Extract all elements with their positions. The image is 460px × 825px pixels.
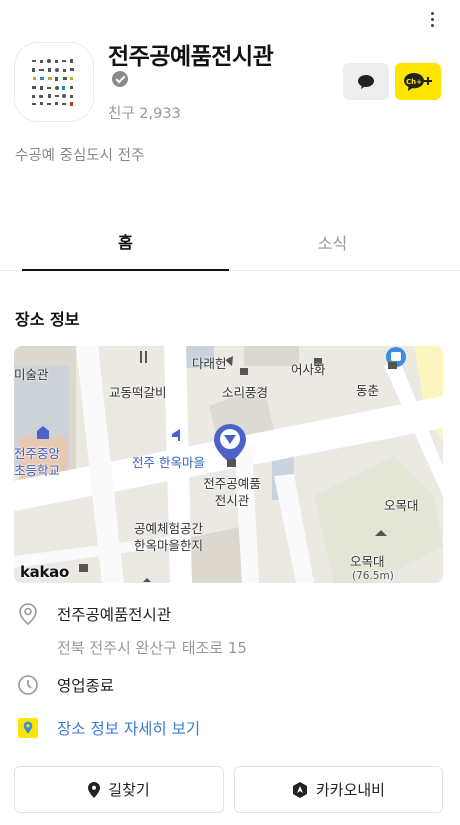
- business-status: 영업종료: [57, 677, 115, 695]
- kakao-navi-button[interactable]: 카카오내비: [234, 766, 443, 813]
- directions-button[interactable]: 길찾기: [14, 766, 224, 813]
- kakao-map-logo: kakao: [20, 563, 70, 581]
- location-map[interactable]: 미술관 다래헌 어사화 교동떡갈비 소리풍경 동춘 전주 한옥마을 전주중앙 초…: [14, 346, 443, 583]
- map-pin-icon: [88, 781, 101, 798]
- map-label-dongchun: 동춘: [356, 383, 380, 398]
- tab-bar: 홈 소식: [0, 212, 460, 271]
- map-label-omokdae-peak: 오목대: [350, 554, 385, 569]
- more-menu-button[interactable]: [422, 8, 442, 30]
- place-name-row: 전주공예품전시관: [15, 601, 171, 627]
- kakao-navi-icon: [292, 781, 308, 798]
- map-label-craft-space: 공예체험공간 한옥마을한지: [134, 521, 204, 553]
- add-channel-button[interactable]: Ch+: [395, 63, 441, 100]
- place-detail-link[interactable]: 장소 정보 자세히 보기: [57, 717, 200, 739]
- map-label-hanok-village: 전주 한옥마을: [132, 455, 205, 470]
- tab-home[interactable]: 홈: [22, 212, 229, 271]
- map-label-darahyeon: 다래헌: [192, 356, 227, 371]
- place-name: 전주공예품전시관: [57, 606, 172, 624]
- kakaomap-icon: [15, 715, 41, 741]
- map-label-omokdae: 오목대: [384, 498, 419, 513]
- map-label-school: 전주중앙 초등학교: [14, 446, 61, 478]
- location-pin-icon: [15, 601, 41, 627]
- map-label-exhibition-hall: 전주공예품 전시관: [203, 476, 261, 508]
- more-vertical-icon: [430, 11, 434, 15]
- map-label-art-museum: 미술관: [14, 367, 49, 382]
- profile-logo-pattern: [32, 59, 74, 106]
- chat-button[interactable]: [343, 63, 389, 100]
- verified-badge-icon: [112, 71, 128, 87]
- map-label-elevation: (76.5m): [352, 570, 394, 582]
- channel-profile-image[interactable]: [14, 42, 94, 122]
- tab-news[interactable]: 소식: [229, 212, 436, 271]
- place-address: 전북 전주시 완산구 태조로 15: [57, 639, 247, 657]
- channel-title: 전주공예품전시관: [108, 44, 288, 93]
- chat-bubble-icon: [358, 74, 374, 89]
- map-label-eosahwa: 어사화: [291, 362, 326, 377]
- map-label-gyodong-tteokgalbi: 교동떡갈비: [109, 385, 167, 400]
- channel-description: 수공예 중심도시 전주: [15, 148, 145, 164]
- place-detail-link-row[interactable]: 장소 정보 자세히 보기: [15, 715, 200, 741]
- business-hours-row: 영업종료: [15, 672, 114, 698]
- svg-text:Ch+: Ch+: [406, 78, 422, 86]
- place-section-title: 장소 정보: [15, 310, 80, 329]
- friends-count: 친구 2,933: [108, 106, 181, 122]
- clock-icon: [15, 672, 41, 698]
- channel-plus-icon: Ch+: [404, 72, 432, 91]
- channel-name: 전주공예품전시관: [108, 44, 274, 70]
- map-label-sori-punggyeong: 소리풍경: [222, 385, 269, 400]
